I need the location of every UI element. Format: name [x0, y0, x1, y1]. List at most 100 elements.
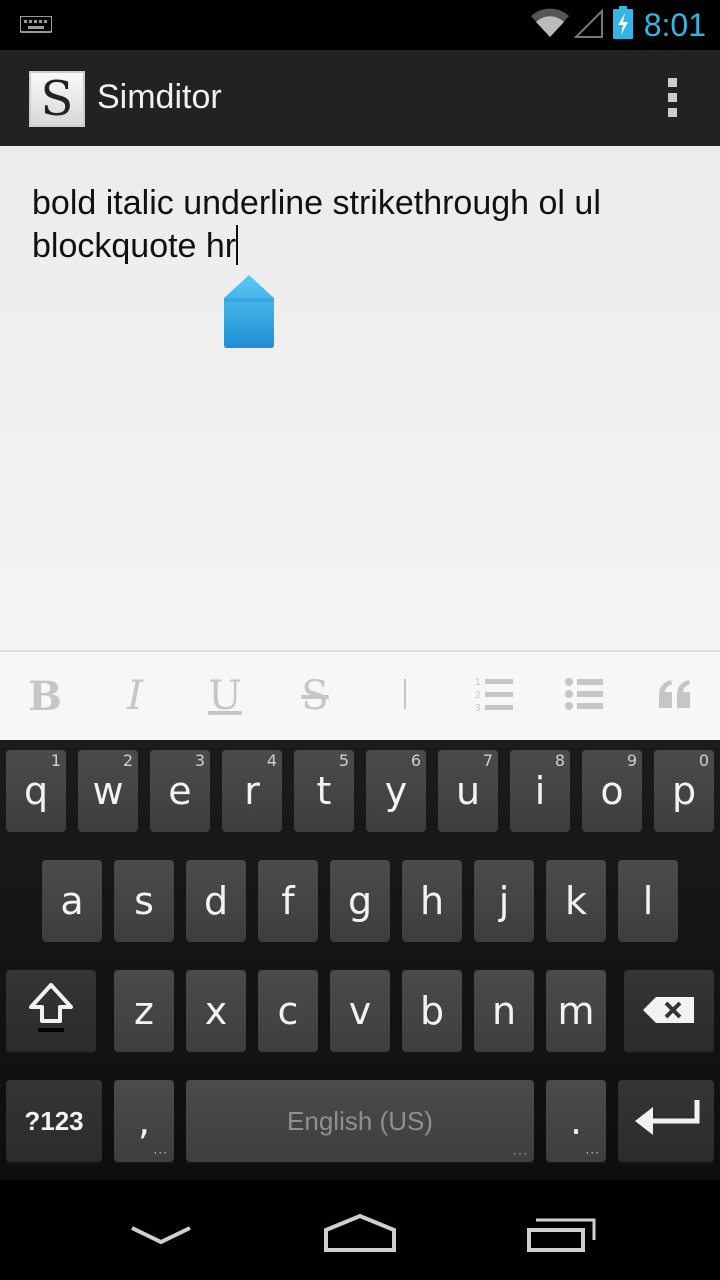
italic-button[interactable]: I [90, 652, 180, 740]
key-hint: 3 [194, 751, 205, 770]
editor-area[interactable]: bold italic underline strikethrough ol u… [0, 146, 720, 650]
key-u[interactable]: u7 [438, 750, 498, 832]
key-label: i [534, 769, 546, 813]
editor-text: bold italic underline strikethrough ol u… [32, 184, 601, 265]
key-hint: 2 [122, 751, 133, 770]
key-o[interactable]: o9 [582, 750, 642, 832]
bold-icon: B [28, 672, 62, 720]
key-hint: 4 [266, 751, 277, 770]
key-h[interactable]: h [402, 860, 462, 942]
shift-key[interactable] [6, 970, 96, 1052]
key-k[interactable]: k [546, 860, 606, 942]
key-hint: 1 [50, 751, 61, 770]
key-z[interactable]: z [114, 970, 174, 1052]
key-label: o [600, 769, 624, 813]
unordered-list-icon [565, 677, 605, 716]
italic-icon: I [127, 673, 143, 719]
key-hint: 7 [482, 751, 493, 770]
key-hint: 8 [554, 751, 565, 770]
backspace-key[interactable] [624, 970, 714, 1052]
bold-button[interactable]: B [0, 652, 90, 740]
symbols-key[interactable]: ?123 [6, 1080, 102, 1162]
app-title: Simditor [97, 78, 222, 116]
key-hint: 6 [410, 751, 421, 770]
status-clock: 8:01 [643, 6, 706, 43]
enter-key[interactable] [618, 1080, 714, 1162]
space-language-label: English (US) [287, 1105, 433, 1136]
key-i[interactable]: i8 [510, 750, 570, 832]
key-b[interactable]: b [402, 970, 462, 1052]
key-label: q [23, 769, 49, 813]
back-chevron-icon[interactable] [130, 1224, 192, 1253]
key-hint: 5 [338, 751, 349, 770]
key-l[interactable]: l [618, 860, 678, 942]
key-x[interactable]: x [186, 970, 246, 1052]
key-label: p [671, 769, 697, 813]
enter-icon [631, 1097, 701, 1146]
key-a[interactable]: a [42, 860, 102, 942]
key-q[interactable]: q1 [6, 750, 66, 832]
app-logo-letter: S [40, 71, 74, 127]
key-s[interactable]: s [114, 860, 174, 942]
shift-icon [27, 981, 75, 1042]
more-keys-dots: ··· [513, 1146, 528, 1160]
underline-button[interactable]: U [180, 652, 270, 740]
svg-text:1: 1 [475, 677, 481, 688]
backspace-icon [642, 989, 696, 1033]
editor-body[interactable]: bold italic underline strikethrough ol u… [32, 182, 692, 268]
key-g[interactable]: g [330, 860, 390, 942]
hr-button[interactable] [360, 652, 450, 740]
key-label: r [244, 769, 260, 813]
battery-charging-icon [612, 5, 634, 45]
unordered-list-button[interactable] [540, 652, 630, 740]
signal-icon [573, 7, 604, 44]
home-icon[interactable] [322, 1212, 398, 1259]
key-j[interactable]: j [474, 860, 534, 942]
wifi-icon [530, 7, 570, 44]
strikethrough-icon: S [301, 673, 329, 719]
key-n[interactable]: n [474, 970, 534, 1052]
key-label: t [316, 769, 332, 813]
period-key[interactable]: . ··· [546, 1080, 606, 1162]
more-keys-dots: ··· [153, 1146, 168, 1160]
key-label: u [455, 769, 481, 813]
app-logo[interactable]: S [29, 71, 85, 127]
ordered-list-icon: 1 2 3 [475, 675, 515, 718]
key-t[interactable]: t5 [294, 750, 354, 832]
recent-apps-icon[interactable] [526, 1216, 598, 1259]
svg-text:3: 3 [475, 703, 481, 713]
hr-icon [402, 677, 408, 716]
key-d[interactable]: d [186, 860, 246, 942]
key-e[interactable]: e3 [150, 750, 210, 832]
key-c[interactable]: c [258, 970, 318, 1052]
overflow-menu-icon[interactable] [664, 78, 680, 122]
ordered-list-button[interactable]: 1 2 3 [450, 652, 540, 740]
key-y[interactable]: y6 [366, 750, 426, 832]
blockquote-icon [657, 679, 693, 714]
navigation-bar [0, 1180, 720, 1280]
key-label: y [384, 769, 408, 813]
key-p[interactable]: p0 [654, 750, 714, 832]
status-icons: 8:01 [530, 0, 706, 50]
svg-text:2: 2 [475, 690, 481, 701]
space-key[interactable]: English (US) ··· [186, 1080, 534, 1162]
cursor-handle[interactable] [223, 274, 275, 355]
key-label: e [168, 769, 192, 813]
blockquote-button[interactable] [630, 652, 720, 740]
key-hint: 9 [626, 751, 637, 770]
comma-key[interactable]: , ··· [114, 1080, 174, 1162]
key-m[interactable]: m [546, 970, 606, 1052]
strikethrough-button[interactable]: S [270, 652, 360, 740]
key-label: , [137, 1099, 151, 1143]
underline-icon: U [208, 673, 242, 719]
key-label: . [569, 1099, 583, 1143]
key-f[interactable]: f [258, 860, 318, 942]
android-screen: 8:01 S Simditor bold italic underline st… [0, 0, 720, 1280]
key-r[interactable]: r4 [222, 750, 282, 832]
key-w[interactable]: w2 [78, 750, 138, 832]
key-v[interactable]: v [330, 970, 390, 1052]
status-bar: 8:01 [0, 0, 720, 50]
more-keys-dots: ··· [585, 1146, 600, 1160]
soft-keyboard: q1 w2 e3 r4 t5 y6 u7 i8 o9 p0 a s d f g … [0, 740, 720, 1180]
format-toolbar: B I U S 1 2 3 [0, 650, 720, 740]
